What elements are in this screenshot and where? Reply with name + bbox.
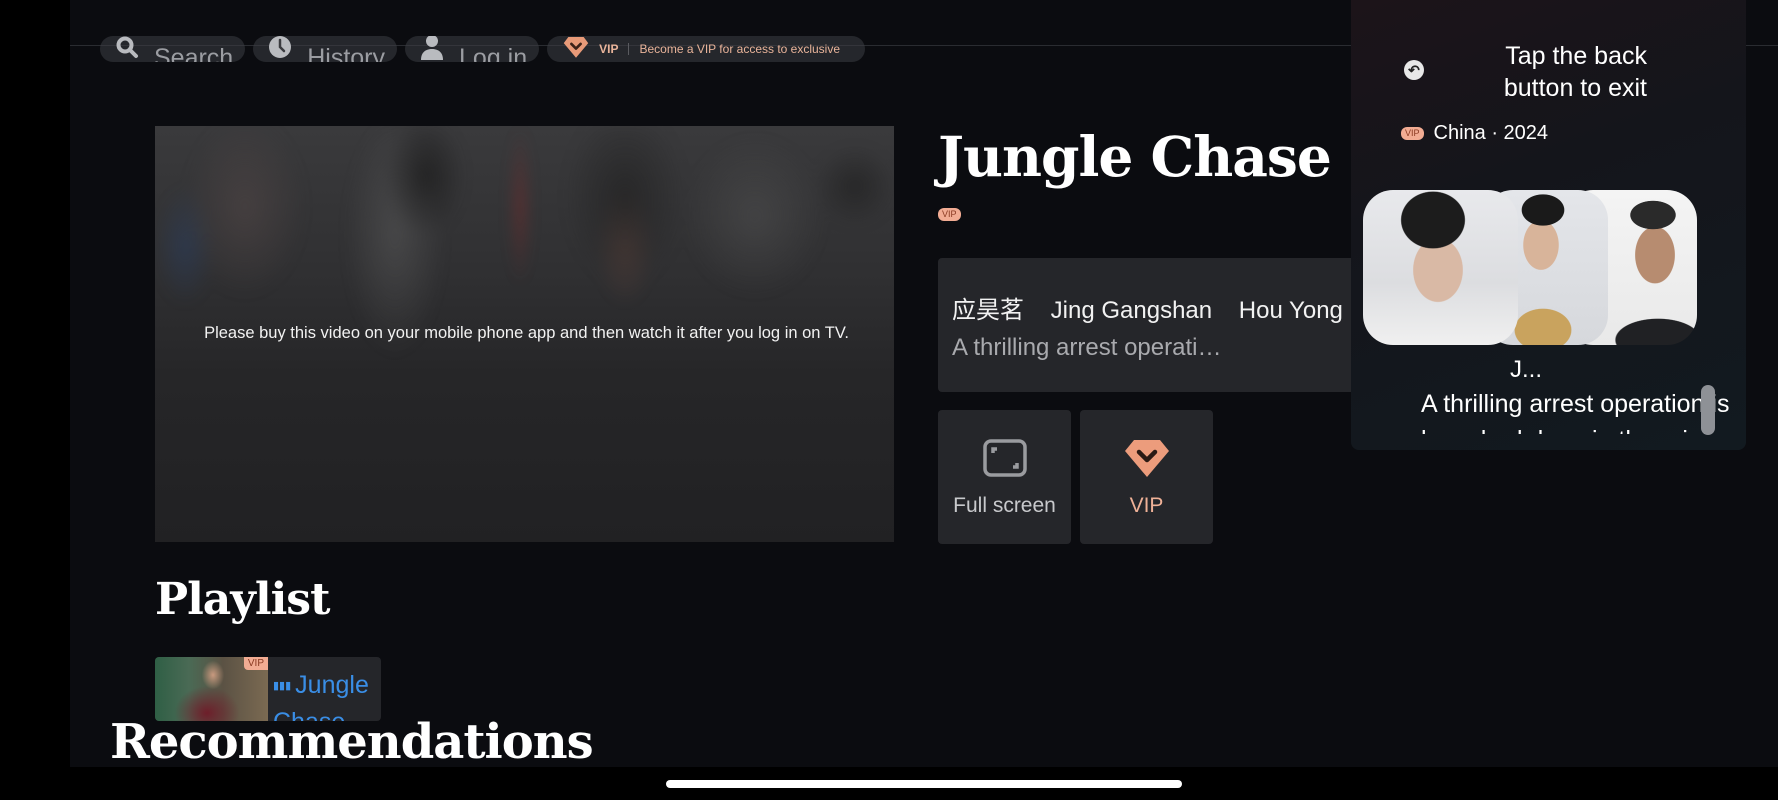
purchase-message: Please buy this video on your mobile pho… — [204, 324, 849, 342]
playlist-heading: Playlist — [155, 574, 330, 625]
fullscreen-icon — [982, 438, 1027, 478]
vip-button-label: VIP — [1129, 494, 1164, 517]
info-overlay-panel: ↶ Tap the back button to exit VIP China … — [1351, 0, 1746, 450]
vip-badge: VIP — [243, 657, 268, 670]
search-button[interactable]: Search — [100, 36, 246, 62]
vip-separator — [628, 43, 630, 55]
search-label: Search — [154, 44, 234, 62]
vip-badge: VIP — [1401, 127, 1424, 140]
recommendations-heading: Recommendations — [110, 714, 594, 767]
exit-hint: Tap the back button to exit — [1503, 42, 1647, 102]
vip-button[interactable]: VIP — [1080, 410, 1213, 544]
home-indicator[interactable] — [666, 780, 1182, 788]
cast-list: 应昊茗 Jing Gangshan Hou Yong — [952, 290, 1358, 325]
vip-label: VIP — [599, 42, 619, 56]
episode-thumbnail: VIP — [155, 657, 268, 721]
video-title: Jungle Chase — [938, 124, 1332, 189]
cast-member: Hou Yong — [1238, 297, 1343, 324]
app-screen: Search History Log in VIP Become a VIP f… — [70, 0, 1778, 767]
region-year: China · 2024 — [1433, 122, 1549, 144]
history-button[interactable]: History — [253, 36, 398, 62]
vip-diamond-icon — [563, 36, 589, 60]
cast-member: 应昊茗 — [952, 297, 1024, 324]
vip-badge: VIP — [938, 208, 961, 221]
now-playing-icon: ▮▮▮ — [273, 680, 292, 693]
vip-promo-button[interactable]: VIP Become a VIP for access to exclusive — [547, 36, 866, 62]
overlay-name: J... — [1509, 356, 1542, 383]
login-label: Log in — [459, 44, 528, 62]
overlay-meta: VIP China · 2024 — [1401, 122, 1548, 145]
video-description: A thrilling arrest operati… — [952, 334, 1222, 361]
vip-diamond-icon — [1124, 438, 1170, 478]
scrollbar-thumb[interactable] — [1701, 385, 1715, 435]
vip-promo-message: Become a VIP for access to exclusive — [639, 42, 841, 56]
clock-icon — [267, 36, 293, 60]
info-card[interactable]: 应昊茗 Jing Gangshan Hou Yong A thrilling a… — [938, 258, 1358, 392]
video-player[interactable]: Please buy this video on your mobile pho… — [155, 126, 894, 542]
fullscreen-button[interactable]: Full screen — [938, 410, 1071, 544]
fullscreen-label: Full screen — [953, 494, 1056, 517]
playlist-item[interactable]: VIP ▮▮▮Jungle Chase — [155, 657, 381, 721]
user-icon — [419, 36, 445, 60]
cast-photos — [1363, 190, 1697, 345]
overlay-description-line2: launched deep in the rainforest — [1421, 426, 1746, 434]
top-navigation: Search History Log in VIP Become a VIP f… — [100, 36, 866, 62]
search-icon — [114, 36, 140, 60]
overlay-description: A thrilling arrest operation is — [1421, 390, 1730, 418]
back-icon: ↶ — [1404, 60, 1424, 80]
video-backdrop — [155, 126, 894, 356]
history-label: History — [307, 44, 386, 62]
login-button[interactable]: Log in — [405, 36, 540, 62]
cast-photo — [1363, 190, 1518, 345]
cast-member: Jing Gangshan — [1050, 297, 1213, 324]
